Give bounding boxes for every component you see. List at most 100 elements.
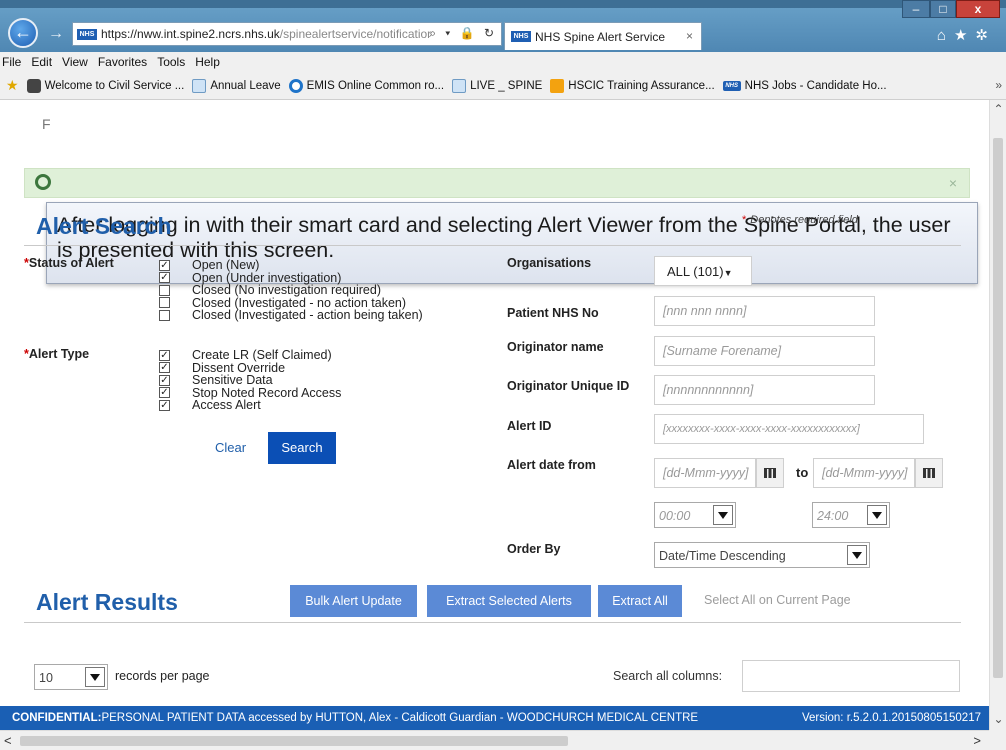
type-option[interactable]: ✓ Create LR (Self Claimed) <box>159 348 341 362</box>
status-checkbox-1[interactable]: ✓ <box>159 272 170 284</box>
organisations-dropdown[interactable]: ALL (101)▼ <box>654 256 752 286</box>
vertical-scroll-thumb[interactable] <box>993 138 1003 678</box>
favorite-hscic[interactable]: HSCIC Training Assurance... <box>550 78 715 93</box>
chevron-down-icon <box>85 667 105 687</box>
type-checkbox-0[interactable]: ✓ <box>159 349 170 361</box>
status-option[interactable]: ✓ Open (New) <box>159 258 423 272</box>
menu-view[interactable]: View <box>62 55 88 69</box>
version-text: Version: r.5.2.0.1.20150805150217 <box>801 712 981 724</box>
type-option[interactable]: ✓ Stop Noted Record Access <box>159 386 341 400</box>
alert-id-label: Alert ID <box>507 419 552 433</box>
type-option-label: Access Alert <box>192 398 261 413</box>
date-from-input[interactable]: [dd-Mmm-yyyy] <box>654 458 756 488</box>
organisations-value: ALL (101) <box>667 264 724 279</box>
favorites-star-icon[interactable]: ★ <box>6 77 19 94</box>
favorite-live-spine[interactable]: LIVE _ SPINE <box>452 78 542 93</box>
calendar-grid <box>923 468 935 478</box>
type-option[interactable]: ✓ Dissent Override <box>159 361 341 375</box>
nhs-favicon-icon: NHS <box>77 28 97 40</box>
to-label: to <box>796 465 809 480</box>
favorite-nhs-jobs[interactable]: NHS NHS Jobs - Candidate Ho... <box>722 79 887 92</box>
status-checkbox-0[interactable]: ✓ <box>159 259 170 271</box>
crest-icon <box>26 78 41 93</box>
favorite-emis[interactable]: EMIS Online Common ro... <box>288 78 444 93</box>
address-bar[interactable]: NHS https://nww.int.spine2.ncrs.nhs.uk/s… <box>72 22 502 46</box>
bulk-alert-update-button[interactable]: Bulk Alert Update <box>290 585 417 617</box>
status-of-alert-label: *Status of Alert <box>24 256 114 270</box>
originator-name-input[interactable]: [Surname Forename] <box>654 336 875 366</box>
time-from-select[interactable]: 00:00 <box>654 502 736 528</box>
date-to-input[interactable]: [dd-Mmm-yyyy] <box>813 458 915 488</box>
scroll-down-icon[interactable]: ⌄ <box>990 712 1006 726</box>
browser-tab[interactable]: NHS NHS Spine Alert Service × <box>504 22 702 50</box>
type-option[interactable]: ✓ Access Alert <box>159 398 341 413</box>
calendar-to-icon[interactable] <box>915 458 943 488</box>
originator-uid-input[interactable]: [nnnnnnnnnnnn] <box>654 375 875 405</box>
status-option[interactable]: ✓ Open (Under investigation) <box>159 271 423 285</box>
nhs-icon: NHS <box>722 80 741 91</box>
status-option[interactable]: Closed (Investigated - no action taken) <box>159 296 423 310</box>
maximize-button[interactable]: □ <box>930 0 956 18</box>
address-actions-icon[interactable]: ⌕ ▾ 🔒 ↻ <box>429 26 497 41</box>
forward-button[interactable]: → <box>44 22 68 46</box>
menu-edit[interactable]: Edit <box>31 55 52 69</box>
search-columns-input[interactable] <box>742 660 960 692</box>
scroll-left-icon[interactable]: < <box>4 733 12 748</box>
favorite-civil-service[interactable]: Welcome to Civil Service ... <box>26 78 184 93</box>
clear-link[interactable]: Clear <box>215 440 246 455</box>
url-text: https://nww.int.spine2.ncrs.nhs.uk/spine… <box>101 27 441 41</box>
type-checkbox-3[interactable]: ✓ <box>159 387 170 399</box>
menu-help[interactable]: Help <box>195 55 220 69</box>
horizontal-scrollbar[interactable]: < > <box>0 730 989 750</box>
back-button[interactable]: ← <box>8 18 38 48</box>
favorite-annual-leave[interactable]: Annual Leave <box>192 78 281 93</box>
status-checkbox-4[interactable] <box>159 309 170 321</box>
status-checkbox-3[interactable] <box>159 297 170 309</box>
banner-close-icon[interactable]: × <box>949 175 957 191</box>
originator-uid-label: Originator Unique ID <box>507 379 630 393</box>
status-option[interactable]: Closed (No investigation required) <box>159 283 423 297</box>
page-icon <box>452 78 467 93</box>
alert-date-from-label: Alert date from <box>507 458 596 472</box>
caret-down-icon: ▼ <box>723 268 733 278</box>
time-to-select[interactable]: 24:00 <box>812 502 890 528</box>
favorites-bar: ★ Welcome to Civil Service ... Annual Le… <box>0 72 1006 100</box>
menu-file[interactable]: File <box>2 55 21 69</box>
patient-nhs-input[interactable]: [nnn nnn nnnn] <box>654 296 875 326</box>
scroll-up-icon[interactable]: ⌃ <box>990 102 1006 116</box>
horizontal-scroll-thumb[interactable] <box>20 736 568 746</box>
menu-bar: File Edit View Favorites Tools Help <box>0 52 1006 72</box>
menu-favorites[interactable]: Favorites <box>98 55 147 69</box>
menu-tools[interactable]: Tools <box>157 55 185 69</box>
minimize-button[interactable]: – <box>902 0 930 18</box>
chevron-down-icon <box>847 545 867 565</box>
close-window-button[interactable]: x <box>956 0 1000 18</box>
calendar-from-icon[interactable] <box>756 458 784 488</box>
type-checkbox-4[interactable]: ✓ <box>159 399 170 411</box>
tab-close-icon[interactable]: × <box>686 29 693 43</box>
home-favorites-settings-icon[interactable]: ⌂★✲ <box>937 26 996 44</box>
alert-id-input[interactable]: [xxxxxxxx-xxxx-xxxx-xxxx-xxxxxxxxxxxx] <box>654 414 924 444</box>
favorites-more-icon[interactable]: » <box>995 78 1002 92</box>
extract-all-button[interactable]: Extract All <box>598 585 682 617</box>
records-per-page-label: records per page <box>115 669 210 683</box>
patient-nhs-label: Patient NHS No <box>507 306 599 320</box>
search-button[interactable]: Search <box>268 432 336 464</box>
browser-titlebar: ← → NHS https://nww.int.spine2.ncrs.nhs.… <box>0 0 1006 52</box>
order-by-select[interactable]: Date/Time Descending <box>654 542 870 568</box>
vertical-scrollbar[interactable]: ⌃ ⌄ <box>989 100 1006 730</box>
favorite-label: NHS Jobs - Candidate Ho... <box>744 79 887 92</box>
status-checkbox-2[interactable] <box>159 284 170 296</box>
chevron-down-icon <box>867 505 887 525</box>
type-option[interactable]: ✓ Sensitive Data <box>159 373 341 387</box>
confidential-label: CONFIDENTIAL: <box>12 712 102 724</box>
time-from-value: 00:00 <box>659 509 691 523</box>
status-option[interactable]: Closed (Investigated - action being take… <box>159 308 423 322</box>
type-checkbox-1[interactable]: ✓ <box>159 362 170 374</box>
extract-selected-alerts-button[interactable]: Extract Selected Alerts <box>427 585 591 617</box>
records-per-page-select[interactable]: 10 <box>34 664 108 690</box>
window-controls: – □ x <box>902 0 1000 18</box>
select-all-link[interactable]: Select All on Current Page <box>704 593 851 607</box>
scroll-right-icon[interactable]: > <box>973 733 981 748</box>
type-checkbox-2[interactable]: ✓ <box>159 374 170 386</box>
